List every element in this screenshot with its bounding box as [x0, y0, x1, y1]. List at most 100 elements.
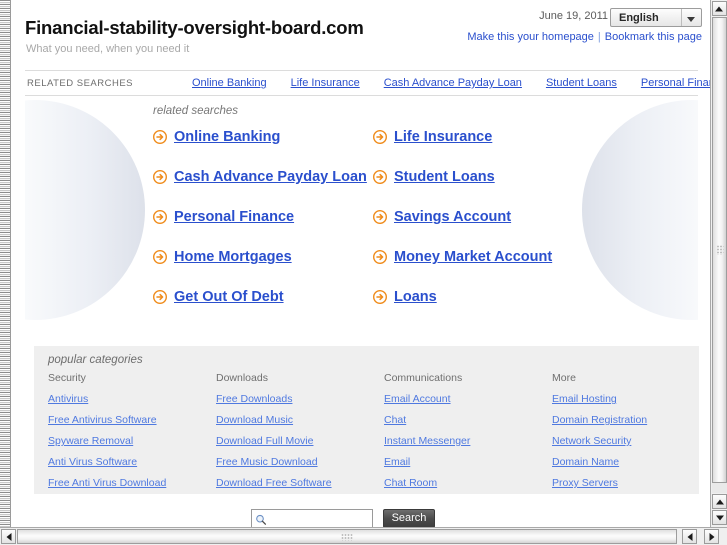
- search-button[interactable]: Search: [383, 509, 435, 527]
- horizontal-scroll-thumb[interactable]: [17, 529, 677, 544]
- popular-categories-heading: popular categories: [48, 354, 143, 366]
- arrow-circle-icon: [153, 210, 167, 224]
- category-link[interactable]: Domain Registration: [552, 414, 710, 426]
- horizontal-scrollbar[interactable]: [0, 527, 727, 545]
- divider: [681, 9, 682, 26]
- page-title: Financial-stability-oversight-board.com: [25, 17, 364, 38]
- related-search-link[interactable]: Student Loans: [394, 169, 495, 185]
- related-search-item[interactable]: Cash Advance Payday Loan: [153, 169, 373, 185]
- page-content: Financial-stability-oversight-board.com …: [12, 0, 710, 527]
- related-search-link[interactable]: Loans: [394, 289, 437, 305]
- related-search-link[interactable]: Savings Account: [394, 209, 511, 225]
- category-link[interactable]: Antivirus: [48, 393, 216, 405]
- related-search-link[interactable]: Money Market Account: [394, 249, 552, 265]
- vertical-scroll-thumb[interactable]: [712, 17, 727, 483]
- category-title: More: [552, 372, 576, 384]
- language-selector-label: English: [619, 12, 659, 24]
- site-header: Financial-stability-oversight-board.com …: [12, 0, 710, 68]
- related-search-item[interactable]: Student Loans: [373, 169, 633, 185]
- horizontal-scroll-buttons: [682, 529, 726, 544]
- vertical-scroll-track[interactable]: [712, 17, 727, 493]
- related-searches-links: Online Banking Life Insurance Cash Advan…: [168, 77, 710, 89]
- related-search-item[interactable]: Savings Account: [373, 209, 633, 225]
- category-link[interactable]: Anti Virus Software: [48, 456, 216, 468]
- scroll-down-button[interactable]: [712, 510, 727, 525]
- related-search-link[interactable]: Personal Finance: [174, 209, 294, 225]
- grip-dots-icon: [341, 533, 353, 540]
- category-link[interactable]: Chat Room: [384, 477, 552, 489]
- related-search-link-3[interactable]: Student Loans: [546, 77, 617, 89]
- related-search-link[interactable]: Cash Advance Payday Loan: [174, 169, 367, 185]
- category-link[interactable]: Domain Name: [552, 456, 710, 468]
- category-column-communications: Communications Email Account Chat Instan…: [384, 372, 552, 498]
- related-search-row: Get Out Of Debt Loans: [153, 289, 673, 324]
- related-search-link-4[interactable]: Personal Finance: [641, 77, 710, 89]
- related-search-item[interactable]: Personal Finance: [153, 209, 373, 225]
- category-link[interactable]: Network Security: [552, 435, 710, 447]
- scroll-left-button[interactable]: [1, 529, 16, 544]
- category-link[interactable]: Spyware Removal: [48, 435, 216, 447]
- category-link[interactable]: Download Free Software: [216, 477, 384, 489]
- scroll-left-button-end[interactable]: [682, 529, 697, 544]
- triangle-up-icon: [715, 499, 724, 504]
- left-edge-texture: [0, 0, 11, 527]
- vertical-scrollbar[interactable]: [710, 0, 727, 527]
- bookmark-page-link[interactable]: Bookmark this page: [605, 31, 702, 43]
- triangle-left-icon: [6, 532, 11, 541]
- related-searches-label: RELATED SEARCHES: [27, 78, 134, 89]
- related-search-item[interactable]: Loans: [373, 289, 633, 305]
- related-search-item[interactable]: Get Out Of Debt: [153, 289, 373, 305]
- related-search-link[interactable]: Life Insurance: [394, 129, 492, 145]
- arrow-circle-icon: [373, 290, 387, 304]
- category-link[interactable]: Free Downloads: [216, 393, 384, 405]
- arrow-circle-icon: [153, 290, 167, 304]
- category-column-more: More Email Hosting Domain Registration N…: [552, 372, 710, 498]
- browser-viewport: Financial-stability-oversight-board.com …: [0, 0, 727, 545]
- category-link[interactable]: Download Full Movie: [216, 435, 384, 447]
- category-link[interactable]: Free Music Download: [216, 456, 384, 468]
- related-searches-grid: Online Banking Life Insurance Cash Advan…: [153, 129, 673, 324]
- scroll-up-button-bottom[interactable]: [712, 494, 727, 509]
- search-input-container[interactable]: [251, 509, 373, 527]
- related-search-link[interactable]: Get Out Of Debt: [174, 289, 284, 305]
- related-search-item[interactable]: Online Banking: [153, 129, 373, 145]
- popular-categories-columns: Security Antivirus Free Antivirus Softwa…: [48, 372, 710, 498]
- related-search-link-2[interactable]: Cash Advance Payday Loan: [384, 77, 522, 89]
- triangle-left-icon: [687, 532, 692, 541]
- site-tagline: What you need, when you need it: [26, 43, 190, 55]
- language-selector[interactable]: English: [610, 8, 702, 27]
- category-title: Security: [48, 372, 86, 384]
- arrow-circle-icon: [373, 250, 387, 264]
- category-link[interactable]: Instant Messenger: [384, 435, 552, 447]
- triangle-right-icon: [709, 532, 714, 541]
- make-homepage-link[interactable]: Make this your homepage: [467, 31, 594, 43]
- related-search-link-1[interactable]: Life Insurance: [291, 77, 360, 89]
- category-column-downloads: Downloads Free Downloads Download Music …: [216, 372, 384, 498]
- arrow-circle-icon: [153, 170, 167, 184]
- scroll-right-button[interactable]: [704, 529, 719, 544]
- scroll-up-button[interactable]: [711, 1, 727, 16]
- related-search-link[interactable]: Online Banking: [174, 129, 280, 145]
- category-link[interactable]: Free Anti Virus Download: [48, 477, 216, 489]
- search-input[interactable]: [270, 512, 370, 526]
- related-search-link-0[interactable]: Online Banking: [192, 77, 267, 89]
- category-link[interactable]: Email Hosting: [552, 393, 710, 405]
- category-title: Communications: [384, 372, 463, 384]
- related-search-item[interactable]: Life Insurance: [373, 129, 633, 145]
- category-link[interactable]: Free Antivirus Software: [48, 414, 216, 426]
- grip-dots-icon: [716, 245, 723, 255]
- search-bar: Search: [251, 509, 441, 527]
- horizontal-scroll-track[interactable]: [17, 529, 677, 544]
- category-link[interactable]: Email: [384, 456, 552, 468]
- category-link[interactable]: Email Account: [384, 393, 552, 405]
- vertical-scroll-buttons: [711, 493, 727, 527]
- arrow-circle-icon: [373, 170, 387, 184]
- category-link[interactable]: Download Music: [216, 414, 384, 426]
- related-search-item[interactable]: Home Mortgages: [153, 249, 373, 265]
- related-search-item[interactable]: Money Market Account: [373, 249, 633, 265]
- related-searches-panel: related searches Online Banking Life Ins…: [25, 96, 698, 324]
- related-search-link[interactable]: Home Mortgages: [174, 249, 292, 265]
- category-link[interactable]: Chat: [384, 414, 552, 426]
- category-link[interactable]: Proxy Servers: [552, 477, 710, 489]
- arrow-circle-icon: [373, 210, 387, 224]
